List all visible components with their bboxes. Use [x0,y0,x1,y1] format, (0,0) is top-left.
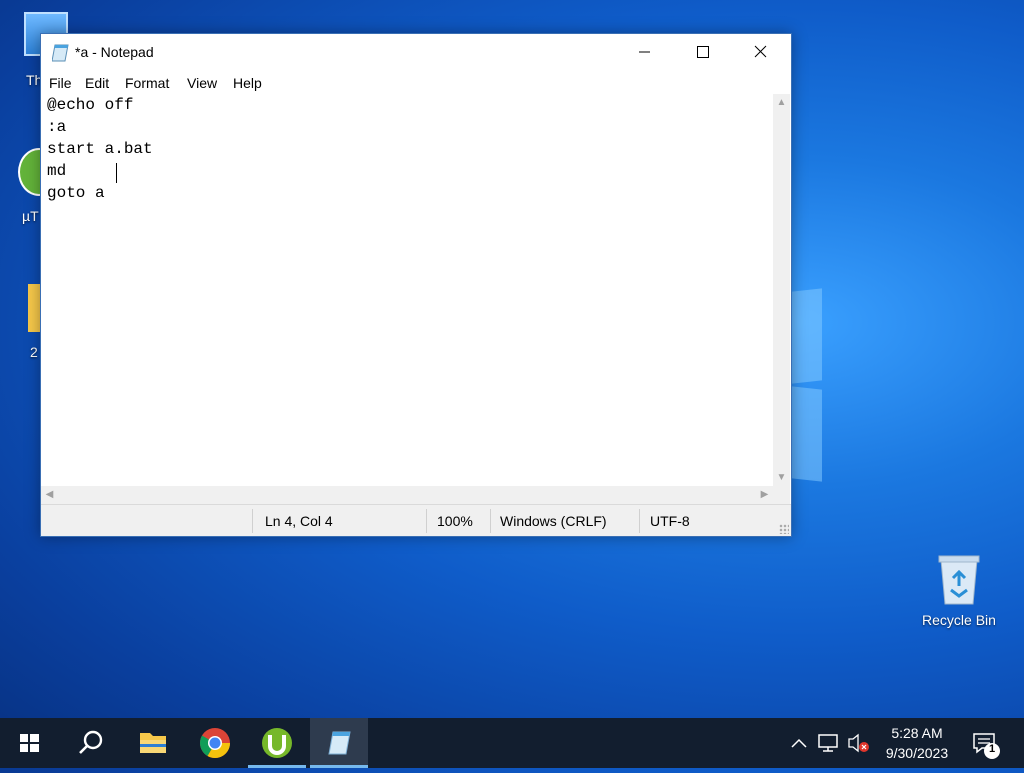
clock-date: 9/30/2023 [885,745,949,761]
chrome-icon [199,728,230,759]
wallpaper-light-beam [792,386,822,482]
desktop-icon-label: µT [22,208,39,224]
vertical-scrollbar[interactable]: ▲ ▼ [773,94,790,486]
menu-help[interactable]: Help [233,75,262,91]
volume-muted-icon[interactable] [846,718,872,768]
scroll-down-icon[interactable]: ▼ [773,469,790,486]
editor-line: goto a [47,184,105,202]
taskbar-notepad[interactable] [310,718,368,768]
search-icon [79,730,103,754]
start-button[interactable] [0,718,58,768]
chevron-up-icon[interactable] [788,718,810,768]
status-bar: Ln 4, Col 4 100% Windows (CRLF) UTF-8 [41,504,791,536]
taskbar-utorrent[interactable] [248,718,306,768]
status-cursor-position: Ln 4, Col 4 [265,513,333,529]
recycle-bin-label: Recycle Bin [922,612,996,628]
close-icon [754,45,767,58]
action-center-button[interactable]: 1 [962,718,1020,768]
window-title: *a - Notepad [75,44,154,60]
status-divider [490,509,491,533]
notepad-icon [52,44,69,62]
title-bar[interactable]: *a - Notepad [41,34,791,70]
menu-format[interactable]: Format [125,75,169,91]
utorrent-icon [262,728,292,758]
desktop-icon-label: 2 [30,344,38,360]
status-divider [639,509,640,533]
status-divider [252,509,253,533]
scroll-left-icon[interactable]: ◀ [41,486,58,504]
text-editor[interactable]: @echo off :a start a.bat md goto a [41,94,773,486]
menu-bar: File Edit Format View Help [41,70,791,94]
menu-file[interactable]: File [49,75,72,91]
resize-grip-icon[interactable] [779,524,789,534]
editor-line: :a [47,118,67,136]
editor-line: start a.bat [47,140,153,158]
status-line-ending: Windows (CRLF) [500,513,607,529]
windows-logo-icon [20,734,39,752]
taskbar-chrome[interactable] [186,718,244,768]
recycle-bin-icon [938,555,980,605]
notification-count-badge: 1 [988,743,996,755]
editor-line: @echo off [47,96,134,114]
search-button[interactable] [62,718,120,768]
taskbar: 5:28 AM 9/30/2023 1 [0,718,1024,768]
menu-edit[interactable]: Edit [85,75,109,91]
notepad-icon [328,731,351,755]
wallpaper-light-beam [792,288,822,384]
system-clock[interactable]: 5:28 AM 9/30/2023 [872,723,962,763]
maximize-icon [697,46,709,58]
notepad-window[interactable]: *a - Notepad File Edit Format View Help … [40,33,792,537]
close-button[interactable] [731,34,789,70]
clock-time: 5:28 AM [891,725,943,741]
text-caret [116,163,117,183]
maximize-button[interactable] [673,34,731,70]
file-explorer-icon [140,733,166,753]
scroll-right-icon[interactable]: ▶ [756,486,773,504]
scroll-up-icon[interactable]: ▲ [773,94,790,111]
menu-view[interactable]: View [187,75,217,91]
minimize-icon [639,51,650,53]
scrollbar-corner [773,486,790,504]
status-divider [426,509,427,533]
desktop-icon-recycle-bin[interactable]: Recycle Bin [916,550,1002,628]
network-icon[interactable] [816,718,842,768]
status-zoom: 100% [437,513,473,529]
horizontal-scrollbar[interactable]: ◀ ▶ [41,486,773,504]
minimize-button[interactable] [615,34,673,70]
taskbar-file-explorer[interactable] [124,718,182,768]
status-encoding: UTF-8 [650,513,690,529]
editor-line: md [47,162,76,180]
